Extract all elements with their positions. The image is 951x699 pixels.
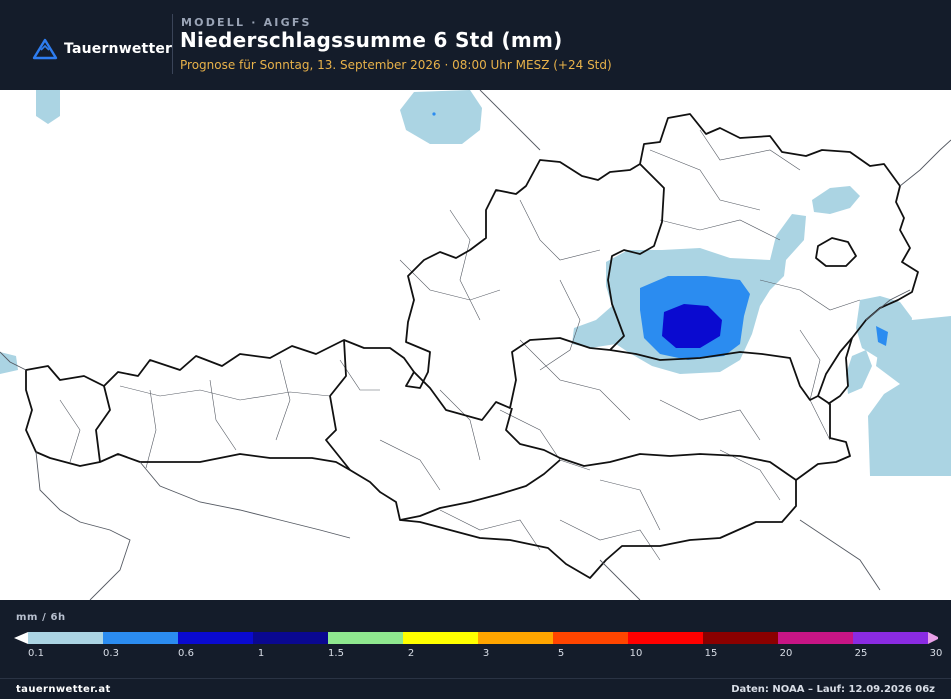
header: Tauernwetter MODELL · AIGFS Niederschlag… [0,0,951,90]
legend-tick-label: 20 [779,648,793,659]
legend-tick-label: 25 [854,648,868,659]
vienna-outline [815,237,857,267]
legend-tick-label: 10 [629,648,643,659]
legend-tick-label: 0.3 [103,648,119,659]
legend-tick-label: 0.1 [28,648,44,659]
precip-area-light-waldviertel [812,186,860,214]
data-source: Daten: NOAA – Lauf: 12.09.2026 06z [731,684,935,695]
border-salzburg-upper-austria [413,337,611,421]
legend-tick-label: 5 [557,648,565,659]
precip-area-light-nw [36,90,60,124]
legend-swatch [253,632,328,644]
precipitation-map[interactable] [0,90,951,600]
legend-swatch [853,632,928,644]
color-legend: mm / 6h 0.1 0.3 0.6 1 1.5 2 3 5 10 15 20 25 30 tauer… [0,600,951,699]
logo[interactable]: Tauernwetter [32,36,172,62]
legend-swatch [778,632,853,644]
legend-swatch [553,632,628,644]
legend-arrow-high [928,632,938,644]
legend-tick-label: 3 [482,648,490,659]
site-link[interactable]: tauernwetter.at [16,684,111,695]
legend-color-bar [14,632,938,644]
legend-tick-label: 2 [407,648,415,659]
austria-outline [25,113,919,579]
legend-tick-label: 1.5 [328,648,344,659]
mountain-logo-icon [32,38,58,60]
neighbour-borders [0,90,951,600]
precip-area-light-bavaria [400,90,482,144]
legend-arrow-low [14,632,28,644]
border-tirol-salzburg [325,339,351,471]
page-title: Niederschlagssumme 6 Std (mm) [180,28,563,52]
footer-divider [0,678,951,679]
legend-tick-label: 30 [929,648,943,659]
legend-swatch [403,632,478,644]
forecast-subtitle: Prognose für Sonntag, 13. September 2026… [180,58,612,72]
legend-tick-label: 1 [257,648,265,659]
legend-swatch [178,632,253,644]
border-vorarlberg-tirol [95,385,111,463]
state-borders [25,113,919,579]
legend-swatch [703,632,778,644]
legend-swatch [478,632,553,644]
legend-swatch [103,632,178,644]
map-canvas [0,90,951,600]
legend-tick-label: 15 [704,648,718,659]
header-divider [172,14,173,74]
legend-swatch [328,632,403,644]
legend-tick-label: 0.6 [178,648,194,659]
legend-unit: mm / 6h [16,612,66,623]
logo-text: Tauernwetter [64,41,173,57]
border-carinthia [399,459,561,521]
legend-swatch [28,632,103,644]
precip-area-light-burgenland [846,350,872,394]
legend-swatch [628,632,703,644]
